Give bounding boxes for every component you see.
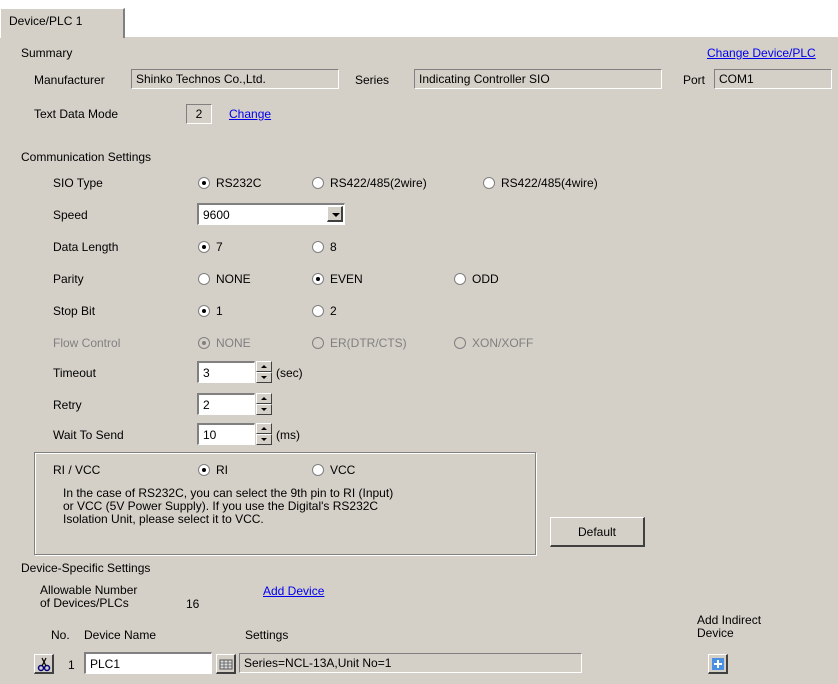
radio-dot-icon [454, 337, 466, 349]
radio-dot-icon [312, 337, 324, 349]
retry-label: Retry [53, 398, 82, 412]
port-field: COM1 [714, 69, 832, 89]
data-length-8-radio[interactable]: 8 [312, 240, 337, 254]
device-settings-field: Series=NCL-13A,Unit No=1 [239, 653, 582, 673]
series-label: Series [355, 73, 390, 87]
ri-vcc-label: RI / VCC [53, 463, 101, 477]
spin-up-icon[interactable] [256, 423, 272, 434]
wait-to-send-input[interactable]: 10 [197, 423, 255, 445]
sio-rs422-4wire-radio[interactable]: RS422/485(4wire) [483, 176, 598, 190]
parity-none-radio[interactable]: NONE [198, 272, 251, 286]
tab-label: Device/PLC 1 [9, 14, 83, 28]
row-number: 1 [68, 658, 75, 672]
sio-rs422-2wire-radio[interactable]: RS422/485(2wire) [312, 176, 427, 190]
parity-odd-radio[interactable]: ODD [454, 272, 499, 286]
default-button[interactable]: Default [550, 517, 645, 547]
stop-bit-2-radio[interactable]: 2 [312, 304, 337, 318]
speed-select[interactable]: 9600 [197, 203, 345, 225]
retry-spinner[interactable] [256, 393, 272, 415]
speed-label: Speed [53, 208, 88, 222]
data-length-7-radio[interactable]: 7 [198, 240, 223, 254]
speed-value: 9600 [203, 208, 230, 222]
retry-input[interactable]: 2 [197, 393, 255, 415]
radio-dot-icon [198, 464, 210, 476]
data-length-label: Data Length [53, 240, 119, 254]
device-settings-heading: Device-Specific Settings [21, 561, 151, 575]
radio-dot-icon [198, 241, 210, 253]
add-indirect-device-icon[interactable] [708, 654, 728, 674]
tab-bar: Device/PLC 1 [0, 0, 838, 38]
timeout-input[interactable]: 3 [197, 361, 255, 383]
comm-settings-heading: Communication Settings [21, 150, 152, 164]
radio-dot-icon [198, 273, 210, 285]
add-device-link[interactable]: Add Device [263, 584, 324, 598]
spin-down-icon[interactable] [256, 372, 272, 383]
radio-dot-icon [312, 305, 324, 317]
parity-label: Parity [53, 272, 84, 286]
wait-to-send-unit: (ms) [276, 428, 300, 442]
radio-dot-icon [198, 337, 210, 349]
col-no-header: No. [51, 628, 70, 642]
stop-bit-label: Stop Bit [53, 304, 96, 318]
ri-radio[interactable]: RI [198, 463, 228, 477]
series-field: Indicating Controller SIO [414, 69, 662, 89]
spin-down-icon[interactable] [256, 434, 272, 445]
flow-none-radio: NONE [198, 336, 251, 350]
flow-control-label: Flow Control [53, 336, 121, 350]
allowable-number-label: Allowable Number of Devices/PLCs [40, 583, 138, 610]
settings-panel: Device/PLC 1 Summary Change Device/PLC M… [0, 0, 838, 684]
allowable-number-value: 16 [186, 597, 200, 611]
ri-vcc-note: In the case of RS232C, you can select th… [63, 486, 394, 526]
radio-dot-icon [312, 464, 324, 476]
flow-xon-radio: XON/XOFF [454, 336, 533, 350]
timeout-unit: (sec) [276, 366, 303, 380]
manufacturer-field: Shinko Technos Co.,Ltd. [131, 69, 339, 89]
timeout-label: Timeout [53, 366, 96, 380]
text-mode-field: 2 [186, 104, 212, 124]
sio-type-label: SIO Type [53, 176, 103, 190]
wait-to-send-label: Wait To Send [53, 428, 124, 442]
settings-grid-icon[interactable] [216, 654, 236, 674]
parity-even-radio[interactable]: EVEN [312, 272, 363, 286]
wait-to-send-spinner[interactable] [256, 423, 272, 445]
radio-dot-icon [312, 177, 324, 189]
text-mode-change-link[interactable]: Change [229, 107, 271, 121]
timeout-spinner[interactable] [256, 361, 272, 383]
radio-dot-icon [198, 305, 210, 317]
sio-rs232c-radio[interactable]: RS232C [198, 176, 261, 190]
tab-device-plc-1[interactable]: Device/PLC 1 [0, 8, 125, 38]
spin-down-icon[interactable] [256, 404, 272, 415]
change-device-link[interactable]: Change Device/PLC [707, 46, 816, 60]
spin-up-icon[interactable] [256, 361, 272, 372]
device-name-input[interactable]: PLC1 [84, 652, 212, 674]
summary-heading: Summary [21, 46, 73, 60]
text-mode-label: Text Data Mode [34, 107, 119, 121]
manufacturer-label: Manufacturer [34, 73, 105, 87]
radio-dot-icon [312, 241, 324, 253]
radio-dot-icon [312, 273, 324, 285]
col-settings-header: Settings [245, 628, 289, 642]
vcc-radio[interactable]: VCC [312, 463, 355, 477]
col-device-name-header: Device Name [84, 628, 157, 642]
spin-up-icon[interactable] [256, 393, 272, 404]
radio-dot-icon [483, 177, 495, 189]
port-label: Port [683, 73, 706, 87]
radio-dot-icon [454, 273, 466, 285]
chevron-down-icon[interactable] [327, 206, 343, 222]
stop-bit-1-radio[interactable]: 1 [198, 304, 223, 318]
add-indirect-label: Add Indirect Device [697, 613, 762, 640]
flow-er-radio: ER(DTR/CTS) [312, 336, 407, 350]
radio-dot-icon [198, 177, 210, 189]
cut-icon[interactable] [34, 654, 54, 674]
